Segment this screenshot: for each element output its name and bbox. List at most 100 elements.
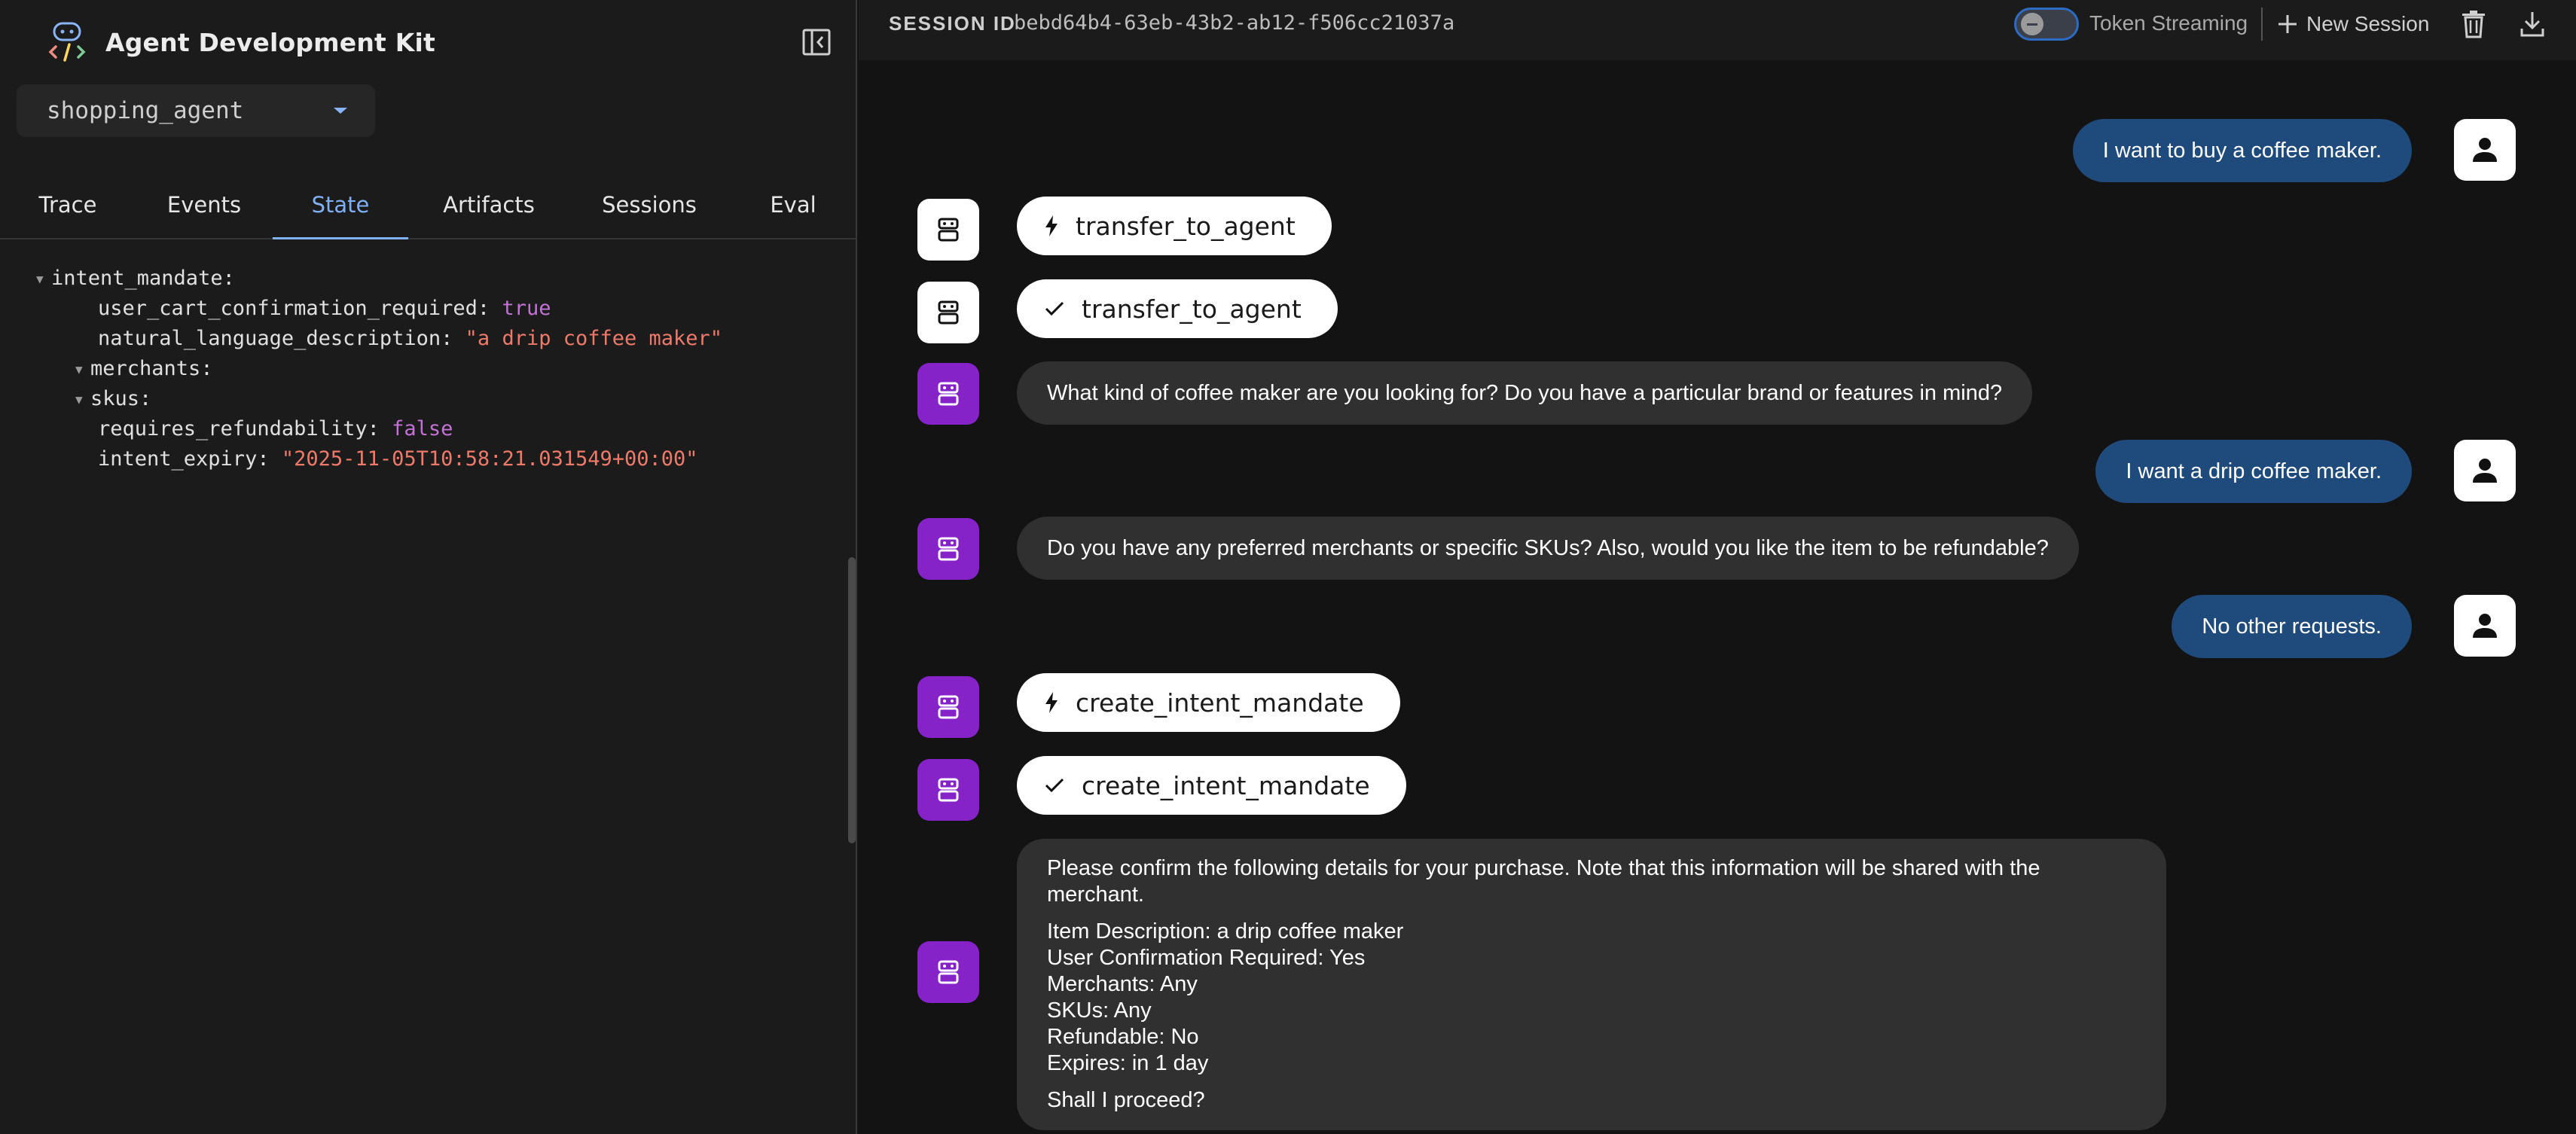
- confirmation-line: Expires: in 1 day: [1047, 1051, 1209, 1075]
- tab-state[interactable]: State: [273, 172, 408, 239]
- confirmation-line: SKUs: Any: [1047, 998, 1152, 1023]
- collapse-toggle-icon[interactable]: ▼: [75, 385, 90, 415]
- colon: :: [477, 297, 502, 320]
- tree-leaf: intent_expiry: "2025-11-05T10:58:21.0315…: [0, 444, 857, 474]
- collapse-panel-icon: [802, 29, 831, 56]
- colon: :: [139, 387, 152, 410]
- sidebar-scrollbar[interactable]: [848, 557, 856, 843]
- tree-key: skus: [90, 387, 140, 410]
- confirmation-line: Merchants: Any: [1047, 972, 1198, 996]
- tab-sessions[interactable]: Sessions: [569, 172, 729, 238]
- function-response-chip[interactable]: create_intent_mandate: [1017, 756, 1406, 815]
- tab-events[interactable]: Events: [136, 172, 273, 238]
- bot-avatar: [917, 518, 979, 580]
- tree-node-intent-mandate[interactable]: ▼ intent_mandate:: [0, 264, 857, 294]
- bot-avatar: [917, 676, 979, 738]
- bot-avatar: [917, 941, 979, 1003]
- colon: :: [222, 267, 235, 290]
- tree-key: merchants: [90, 357, 201, 380]
- brand: Agent Development Kit: [48, 21, 435, 63]
- new-session-button[interactable]: New Session: [2276, 8, 2429, 41]
- bolt-icon: [1045, 215, 1058, 236]
- sidebar: Agent Development Kit shopping_agent Tra…: [0, 0, 857, 1134]
- delete-session-button[interactable]: [2457, 8, 2490, 41]
- confirmation-line: Item Description: a drip coffee maker: [1047, 919, 1404, 943]
- tab-artifacts[interactable]: Artifacts: [408, 172, 569, 238]
- download-button[interactable]: [2516, 8, 2549, 41]
- bot-avatar: [917, 363, 979, 425]
- bot-message: Do you have any preferred merchants or s…: [1017, 517, 2079, 580]
- tab-label: Events: [166, 192, 242, 218]
- colon: :: [257, 447, 282, 471]
- bot-message: What kind of coffee maker are you lookin…: [1017, 361, 2033, 425]
- chat-panel: I want to buy a coffee maker. transfer_t…: [859, 60, 2576, 1134]
- robot-icon: [938, 960, 959, 984]
- tab-eval[interactable]: Eval: [729, 172, 857, 238]
- check-icon: [1045, 301, 1064, 316]
- tab-label: State: [311, 192, 370, 218]
- collapse-toggle-icon[interactable]: ▼: [75, 355, 90, 385]
- user-avatar: [2454, 595, 2516, 657]
- robot-icon: [938, 300, 959, 325]
- tab-trace[interactable]: Trace: [0, 172, 136, 238]
- tree-value: false: [392, 417, 453, 440]
- sidebar-tabs: Trace Events State Artifacts Sessions Ev…: [0, 172, 857, 239]
- tree-value: true: [502, 297, 551, 320]
- function-name: transfer_to_agent: [1076, 211, 1296, 241]
- robot-icon: [938, 778, 959, 802]
- person-icon: [2473, 138, 2497, 162]
- user-message: No other requests.: [2172, 595, 2412, 658]
- colon: :: [200, 357, 213, 380]
- bot-avatar: [917, 199, 979, 261]
- user-avatar: [2454, 119, 2516, 181]
- divider: [2261, 8, 2263, 41]
- agent-select[interactable]: shopping_agent: [17, 84, 375, 137]
- function-name: create_intent_mandate: [1082, 770, 1370, 800]
- confirmation-question: Shall I proceed?: [1047, 1088, 1205, 1112]
- app-title: Agent Development Kit: [105, 27, 435, 57]
- user-message: I want to buy a coffee maker.: [2072, 119, 2412, 182]
- confirmation-line: User Confirmation Required: Yes: [1047, 946, 1366, 970]
- tab-label: Eval: [770, 192, 816, 218]
- tree-key: user_cart_confirmation_required: [98, 297, 478, 320]
- function-name: create_intent_mandate: [1076, 687, 1364, 718]
- function-response-chip[interactable]: transfer_to_agent: [1017, 279, 1338, 338]
- tree-node-merchants[interactable]: ▼ merchants:: [0, 354, 857, 384]
- tab-label: Artifacts: [443, 192, 535, 218]
- function-call-chip[interactable]: create_intent_mandate: [1017, 673, 1400, 732]
- message-text: Do you have any preferred merchants or s…: [1047, 535, 2049, 560]
- function-name: transfer_to_agent: [1082, 294, 1302, 324]
- state-tree: ▼ intent_mandate: user_cart_confirmation_…: [0, 264, 857, 474]
- robot-icon: [938, 218, 959, 242]
- user-message: I want a drip coffee maker.: [2095, 440, 2412, 503]
- token-streaming-label: Token Streaming: [2089, 11, 2248, 35]
- session-id-value: bebd64b4-63eb-43b2-ab12-f506cc21037a: [1014, 11, 1455, 35]
- robot-icon: [938, 537, 959, 561]
- person-icon: [2473, 459, 2497, 483]
- robot-icon: [938, 382, 959, 406]
- function-call-chip[interactable]: transfer_to_agent: [1017, 197, 1332, 255]
- session-id-label: SESSION ID: [889, 12, 1016, 35]
- check-icon: [1045, 778, 1064, 793]
- bot-confirmation-message: Please confirm the following details for…: [1017, 839, 2166, 1130]
- collapse-toggle-icon[interactable]: ▼: [36, 264, 51, 294]
- collapse-sidebar-button[interactable]: [800, 26, 833, 59]
- message-text: No other requests.: [2202, 614, 2382, 639]
- plus-icon: [2278, 15, 2297, 33]
- download-icon: [2520, 12, 2544, 37]
- token-streaming-toggle[interactable]: [2014, 8, 2079, 41]
- tree-node-skus[interactable]: ▼ skus:: [0, 384, 857, 414]
- top-bar: SESSION ID bebd64b4-63eb-43b2-ab12-f506c…: [859, 0, 2576, 60]
- bolt-icon: [1045, 692, 1058, 713]
- bot-avatar: [917, 759, 979, 821]
- tree-value: "a drip coffee maker": [465, 327, 723, 350]
- tree-value: "2025-11-05T10:58:21.031549+00:00": [281, 447, 698, 471]
- dropdown-arrow-icon: [334, 108, 347, 114]
- person-icon: [2473, 614, 2497, 638]
- message-text: I want to buy a coffee maker.: [2102, 138, 2382, 163]
- new-session-label: New Session: [2306, 12, 2430, 35]
- colon: :: [367, 417, 392, 440]
- trash-icon: [2462, 11, 2485, 38]
- tree-key: intent_mandate: [51, 267, 223, 290]
- tree-key: intent_expiry: [98, 447, 258, 471]
